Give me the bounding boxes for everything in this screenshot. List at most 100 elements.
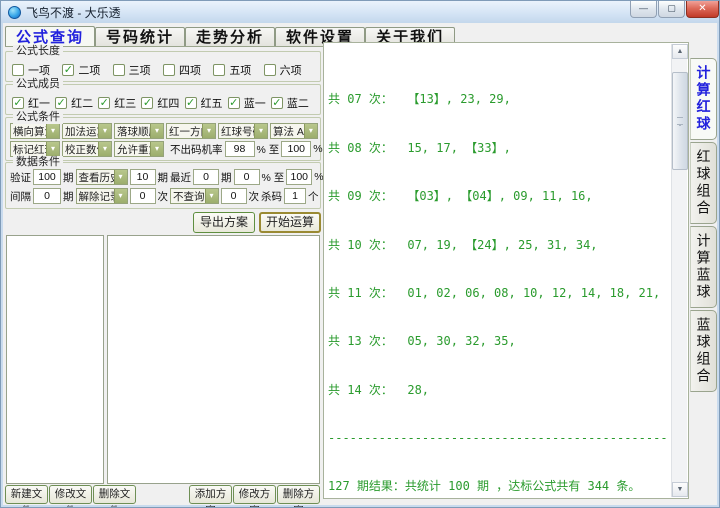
scroll-up-icon[interactable]: ▲ bbox=[672, 44, 688, 59]
result-line: 共 10 次： 07, 19, 【24】, 25, 31, 34, bbox=[328, 239, 668, 251]
checkbox-icon[interactable] bbox=[264, 64, 276, 76]
results-panel: 共 07 次： 【13】, 23, 29, 共 08 次： 15, 17, 【3… bbox=[323, 42, 689, 499]
query-count-input[interactable] bbox=[221, 188, 247, 204]
rate-to-input[interactable] bbox=[281, 141, 311, 157]
side-tab[interactable]: 计算红球 bbox=[690, 58, 717, 140]
plan-button[interactable]: 添加方案 bbox=[189, 485, 232, 504]
side-tab[interactable]: 红球组合 bbox=[690, 142, 717, 224]
formula-member-checkbox[interactable]: 红二 bbox=[55, 95, 98, 111]
rate-from-input[interactable] bbox=[225, 141, 255, 157]
checkbox-icon[interactable] bbox=[213, 64, 225, 76]
recent-input[interactable] bbox=[193, 169, 219, 185]
pct-from-input[interactable] bbox=[234, 169, 260, 185]
checkbox-icon[interactable] bbox=[141, 97, 153, 109]
export-plan-button[interactable]: 导出方案 bbox=[193, 212, 255, 233]
checkbox-icon[interactable] bbox=[271, 97, 283, 109]
side-tab-bar: 计算红球 红球组合 计算蓝球 蓝球组合 bbox=[690, 58, 718, 394]
condition-dropdown[interactable]: 横向算法 ▾ bbox=[10, 123, 60, 139]
formula-conditions-group: 公式条件 横向算法 ▾ 加法运算 ▾ 落球顺序 ▾ 红一方 bbox=[5, 117, 321, 161]
no-show-rate-label: 不出码机率 bbox=[170, 142, 223, 157]
formula-length-checkbox[interactable]: 四项 bbox=[163, 62, 213, 78]
history-input[interactable] bbox=[130, 169, 156, 185]
app-icon bbox=[8, 6, 21, 19]
chevron-down-icon: ▾ bbox=[150, 124, 163, 138]
result-line: 共 11 次： 01, 02, 06, 08, 10, 12, 14, 18, … bbox=[328, 287, 668, 299]
top-tab[interactable]: 号码统计 bbox=[95, 27, 185, 47]
title-bar: 飞鸟不渡 - 大乐透 — ▢ ✕ bbox=[1, 1, 720, 23]
checkbox-icon[interactable] bbox=[12, 97, 24, 109]
plan-listbox[interactable] bbox=[107, 235, 320, 484]
formula-member-checkbox[interactable]: 红三 bbox=[98, 95, 141, 111]
checkbox-icon[interactable] bbox=[98, 97, 110, 109]
formula-length-checkbox[interactable]: 一项 bbox=[12, 62, 62, 78]
start-calculation-button[interactable]: 开始运算 bbox=[259, 212, 321, 233]
checkbox-icon[interactable] bbox=[163, 64, 175, 76]
maximize-button[interactable]: ▢ bbox=[658, 1, 685, 18]
formula-member-checkbox[interactable]: 红四 bbox=[141, 95, 184, 111]
condition-dropdown[interactable]: 加法运算 ▾ bbox=[62, 123, 112, 139]
rate-suffix-label: % bbox=[313, 143, 322, 155]
history-dropdown[interactable]: 查看历史 ▾ bbox=[76, 169, 128, 185]
file-button[interactable]: 删除文件 bbox=[93, 485, 136, 504]
formula-length-checkbox[interactable]: 五项 bbox=[213, 62, 263, 78]
file-button[interactable]: 新建文件 bbox=[5, 485, 48, 504]
scroll-down-icon[interactable]: ▼ bbox=[672, 482, 688, 497]
condition-dropdown[interactable]: 红球号码 ▾ bbox=[218, 123, 268, 139]
rate-between-label: % 至 bbox=[257, 142, 280, 157]
checkbox-icon[interactable] bbox=[12, 64, 24, 76]
result-line: 共 13 次： 05, 30, 32, 35, bbox=[328, 335, 668, 347]
condition-dropdown[interactable]: 标记红球 ▾ bbox=[10, 141, 60, 157]
formula-length-checkbox[interactable]: 三项 bbox=[113, 62, 163, 78]
side-tab[interactable]: 蓝球组合 bbox=[690, 310, 717, 392]
formula-member-checkbox[interactable]: 红一 bbox=[12, 95, 55, 111]
file-button[interactable]: 修改文件 bbox=[49, 485, 92, 504]
interval-unit: 期 bbox=[63, 189, 74, 204]
formula-length-checkbox[interactable]: 六项 bbox=[264, 62, 314, 78]
app-window: 飞鸟不渡 - 大乐透 — ▢ ✕ 公式查询 号码统计 走势分析 软件设置 关于我… bbox=[0, 0, 720, 508]
plan-button[interactable]: 删除方案 bbox=[277, 485, 320, 504]
chevron-down-icon: ▾ bbox=[46, 124, 59, 138]
interval-input[interactable] bbox=[33, 188, 61, 204]
chevron-down-icon: ▾ bbox=[202, 124, 215, 138]
formula-length-checkbox[interactable]: 二项 bbox=[62, 62, 112, 78]
checkbox-icon[interactable] bbox=[62, 64, 74, 76]
checkbox-icon[interactable] bbox=[55, 97, 67, 109]
result-line: 共 09 次： 【03】, 【04】, 09, 11, 16, bbox=[328, 190, 668, 202]
formula-member-checkbox[interactable]: 蓝一 bbox=[228, 95, 271, 111]
top-tab[interactable]: 走势分析 bbox=[185, 27, 275, 47]
pct-between-label: % 至 bbox=[262, 170, 285, 185]
chevron-down-icon: ▾ bbox=[205, 189, 218, 203]
result-line: 共 07 次： 【13】, 23, 29, bbox=[328, 93, 668, 105]
release-dropdown[interactable]: 解除记录 ▾ bbox=[76, 188, 128, 204]
checkbox-icon[interactable] bbox=[113, 64, 125, 76]
window-title: 飞鸟不渡 - 大乐透 bbox=[26, 4, 121, 21]
condition-dropdown[interactable]: 校正数值 ▾ bbox=[62, 141, 112, 157]
verify-label: 验证 bbox=[10, 170, 31, 185]
plan-button[interactable]: 修改方案 bbox=[233, 485, 276, 504]
scrollbar-thumb[interactable] bbox=[672, 72, 688, 170]
checkbox-icon[interactable] bbox=[185, 97, 197, 109]
condition-dropdown[interactable]: 算法 A ▾ bbox=[270, 123, 318, 139]
formula-member-checkbox[interactable]: 蓝二 bbox=[271, 95, 314, 111]
checkbox-icon[interactable] bbox=[228, 97, 240, 109]
condition-dropdown[interactable]: 落球顺序 ▾ bbox=[114, 123, 164, 139]
minimize-button[interactable]: — bbox=[630, 1, 657, 18]
chevron-down-icon: ▾ bbox=[150, 142, 163, 156]
top-tab[interactable]: 公式查询 bbox=[5, 26, 95, 47]
release-input[interactable] bbox=[130, 188, 156, 204]
pct-to-input[interactable] bbox=[286, 169, 312, 185]
scrollbar[interactable]: ▲ ▼ bbox=[671, 44, 687, 497]
formula-member-checkbox[interactable]: 红五 bbox=[185, 95, 228, 111]
results-output[interactable]: 共 07 次： 【13】, 23, 29, 共 08 次： 15, 17, 【3… bbox=[328, 45, 668, 496]
file-listbox[interactable] bbox=[6, 235, 104, 484]
verify-input[interactable] bbox=[33, 169, 61, 185]
chevron-down-icon: ▾ bbox=[46, 142, 59, 156]
kill-unit: 个 bbox=[308, 189, 319, 204]
side-tab[interactable]: 计算蓝球 bbox=[690, 226, 717, 308]
group-title: 公式成员 bbox=[13, 78, 63, 91]
kill-input[interactable] bbox=[284, 188, 306, 204]
query-dropdown[interactable]: 不查询 ▾ bbox=[170, 188, 219, 204]
close-button[interactable]: ✕ bbox=[686, 1, 719, 18]
condition-dropdown[interactable]: 红一方向 ▾ bbox=[166, 123, 216, 139]
condition-dropdown[interactable]: 允许重复 ▾ bbox=[114, 141, 164, 157]
